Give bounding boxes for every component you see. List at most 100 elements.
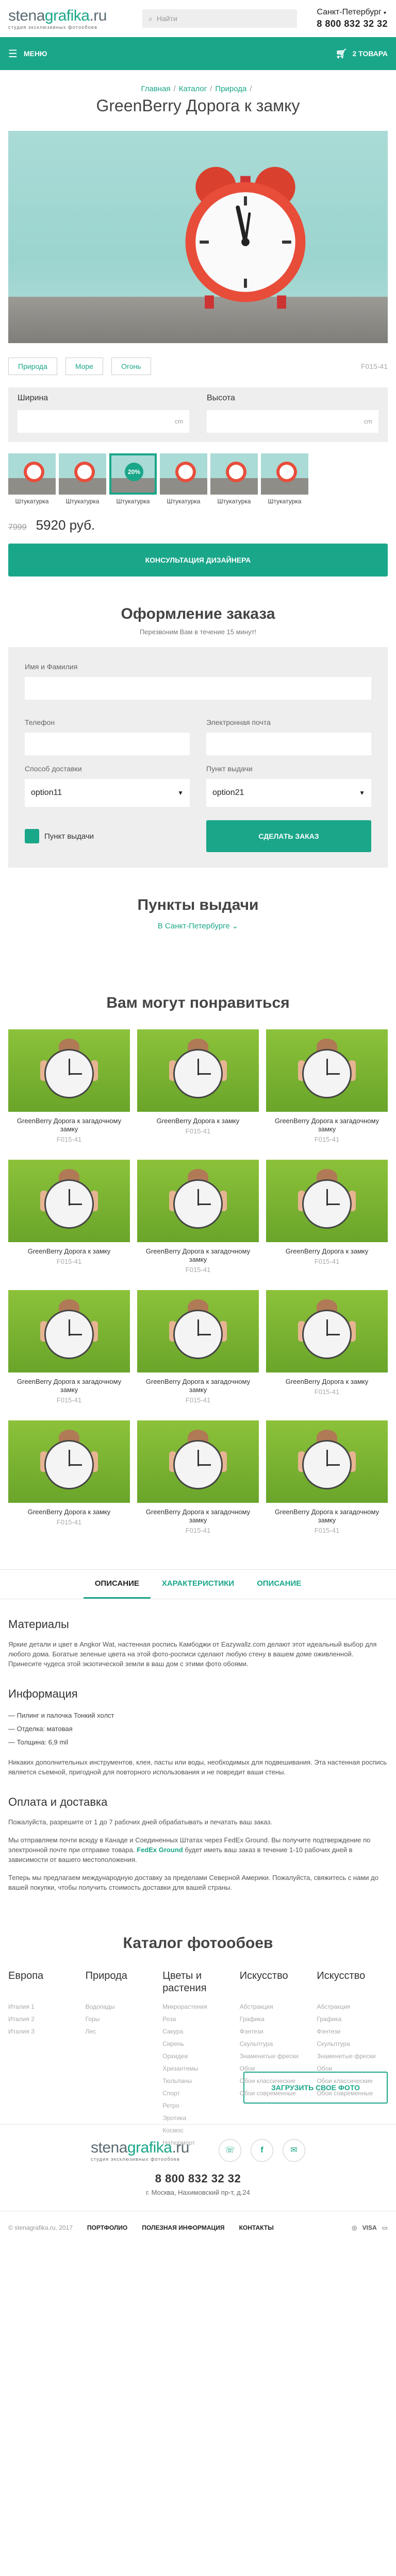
email-label: Электронная почта (206, 718, 271, 726)
name-field[interactable] (25, 677, 371, 700)
email-field[interactable] (206, 733, 371, 755)
search-icon: ⌕ (148, 14, 153, 23)
vk-icon[interactable]: ✉ (283, 2139, 305, 2162)
product-card[interactable]: GreenBerry Дорога к замку F015-41 (8, 1420, 130, 1551)
tab-description-2[interactable]: ОПИСАНИЕ (245, 1570, 312, 1599)
delivery-select[interactable]: option11 ▼ (25, 779, 190, 807)
tab-description[interactable]: ОПИСАНИЕ (83, 1570, 151, 1599)
chevron-down-icon: ⌄ (232, 922, 239, 930)
product-card[interactable]: GreenBerry Дорога к замку F015-41 (266, 1290, 388, 1420)
phone-field[interactable] (25, 733, 190, 755)
current-price: 5920 руб. (36, 517, 95, 533)
old-price: 7999 (8, 523, 27, 532)
search-input[interactable]: ⌕ Найти (142, 9, 297, 28)
info-text: Никаких дополнительных инструментов, кле… (8, 1758, 387, 1776)
product-card[interactable]: GreenBerry Дорога к загадочному замку F01… (137, 1160, 259, 1290)
search-placeholder: Найти (156, 14, 177, 23)
tag-sea[interactable]: Море (65, 358, 104, 375)
phone-social-icon[interactable]: ☏ (219, 2139, 241, 2162)
list-item: Толщина: 6,9 mil (8, 1736, 388, 1749)
product-image (8, 131, 388, 343)
info-heading: Информация (8, 1687, 78, 1700)
footer-link-contacts[interactable]: КОНТАКТЫ (239, 2224, 274, 2231)
product-card[interactable]: GreenBerry Дорога к загадочному замку F01… (266, 1420, 388, 1551)
height-label: Высота (207, 394, 235, 402)
pickup-select[interactable]: option21 ▼ (206, 779, 371, 807)
facebook-icon[interactable]: f (251, 2139, 273, 2162)
info-list: Пилинг и палочка Тонкий холст Отделка: м… (8, 1709, 388, 1749)
footer-bottom-bar: © stenagrafika.ru, 2017 ПОРТФОЛИО ПОЛЕЗН… (0, 2211, 396, 2244)
list-item: Отделка: матовая (8, 1722, 388, 1736)
catalog-column: Природа Водопады Горы Лес (85, 1970, 127, 2035)
footer-phone[interactable]: 8 800 832 32 32 (0, 2172, 396, 2185)
product-card[interactable]: GreenBerry Дорога к замку F015-41 (266, 1160, 388, 1290)
texture-thumb (210, 453, 258, 495)
designer-consult-button[interactable]: КОНСУЛЬТАЦИЯ ДИЗАЙНЕРА (8, 544, 388, 577)
height-input[interactable]: cm (207, 410, 378, 433)
pickup-city-selector[interactable]: В Санкт-Петербурге ⌄ (0, 921, 396, 930)
texture-thumb (160, 453, 207, 495)
pickup-title: Пункты выдачи (137, 896, 259, 913)
texture-option[interactable]: Штукатурка (210, 453, 258, 505)
texture-option[interactable]: Штукатурка (160, 453, 207, 505)
product-card[interactable]: GreenBerry Дорога к замку F015-41 (8, 1160, 130, 1290)
product-tags: Природа Море Огонь F015-41 (8, 358, 388, 375)
texture-thumb (8, 453, 56, 495)
product-card[interactable]: GreenBerry Дорога к загадочному замку F01… (266, 1029, 388, 1160)
texture-option-selected[interactable]: 20% Штукатурка (109, 453, 157, 505)
recommend-title: Вам могут понравиться (106, 994, 290, 1011)
product-thumb (8, 1029, 130, 1112)
breadcrumb-nature[interactable]: Природа (215, 84, 246, 93)
payment-text-3: Теперь мы предлагаем международную доста… (8, 1874, 378, 1891)
list-item: Пилинг и палочка Тонкий холст (8, 1709, 388, 1722)
cart-button[interactable]: 🛒︎ 2 ТОВАРА (336, 48, 388, 59)
footer-link-portfolio[interactable]: ПОРТФОЛИО (87, 2224, 127, 2231)
breadcrumb-catalog[interactable]: Каталог (179, 84, 207, 93)
tag-fire[interactable]: Огонь (111, 358, 151, 375)
footer-logo[interactable]: stenagrafika.ru студия эксклюзивных фото… (91, 2139, 209, 2162)
menu-button[interactable]: МЕНЮ (24, 49, 47, 58)
texture-list: Штукатурка Штукатурка 20% Штукатурка Штук… (8, 453, 388, 505)
width-label: Ширина (18, 394, 48, 402)
product-thumb (137, 1420, 259, 1503)
width-input[interactable]: cm (18, 410, 189, 433)
menu-icon[interactable]: ☰ (8, 47, 18, 60)
card-icon: ▭ (382, 2224, 388, 2231)
texture-option[interactable]: Штукатурка (59, 453, 106, 505)
payment-methods: ◎ VISA ▭ (352, 2224, 388, 2231)
product-card[interactable]: GreenBerry Дорога к загадочному замку F01… (8, 1029, 130, 1160)
catalog-column: Европа Италия 1 Италия 2 Италия 3 (8, 1970, 44, 2035)
fedex-link[interactable]: FedEx Ground (137, 1846, 183, 1854)
product-card[interactable]: GreenBerry Дорога к замку F015-41 (137, 1029, 259, 1160)
texture-thumb: 20% (109, 453, 157, 495)
recommend-grid: GreenBerry Дорога к загадочному замку F01… (8, 1029, 388, 1551)
tag-nature[interactable]: Природа (8, 358, 57, 375)
product-thumb (137, 1160, 259, 1242)
header-phone[interactable]: 8 800 832 32 32 (317, 19, 388, 29)
product-card[interactable]: GreenBerry Дорога к загадочному замку F01… (137, 1420, 259, 1551)
site-logo[interactable]: stenagrafika.ru студия эксклюзивных фото… (8, 7, 127, 30)
product-thumb (266, 1160, 388, 1242)
pickup-checkbox[interactable]: Пункт выдачи (25, 829, 190, 843)
chevron-down-icon: ▾ (383, 10, 386, 16)
breadcrumb-home[interactable]: Главная (141, 84, 170, 93)
texture-option[interactable]: Штукатурка (8, 453, 56, 505)
city-selector[interactable]: Санкт-Петербург ▾ (317, 8, 388, 17)
submit-order-button[interactable]: СДЕЛАТЬ ЗАКАЗ (206, 820, 371, 852)
payment-text-1: Пожалуйста, разрешите от 1 до 7 рабочих … (8, 1818, 272, 1826)
product-card[interactable]: GreenBerry Дорога к загадочному замку F01… (8, 1290, 130, 1420)
footer-address: г. Москва, Нахимовский пр-т, д.24 (146, 2189, 250, 2196)
tab-characteristics[interactable]: ХАРАКТЕРИСТИКИ (151, 1570, 245, 1599)
phone-label: Телефон (25, 718, 55, 726)
site-header: stenagrafika.ru студия эксклюзивных фото… (0, 0, 396, 37)
order-form: Имя и Фамилия Телефон Электронная почта … (8, 647, 388, 868)
texture-option[interactable]: Штукатурка (261, 453, 308, 505)
footer-link-info[interactable]: ПОЛЕЗНАЯ ИНФОРМАЦИЯ (142, 2224, 224, 2231)
alarm-clock-illustration (185, 166, 306, 309)
page-title: GreenBerry Дорога к замку (96, 96, 300, 115)
product-card[interactable]: GreenBerry Дорога к загадочному замку F01… (137, 1290, 259, 1420)
product-tabs: ОПИСАНИЕ ХАРАКТЕРИСТИКИ ОПИСАНИЕ (0, 1570, 396, 1599)
product-thumb (8, 1290, 130, 1372)
delivery-label: Способ доставки (25, 765, 82, 773)
payment-text-2: Мы отправляем почти всюду в Канаде и Сое… (8, 1836, 371, 1863)
